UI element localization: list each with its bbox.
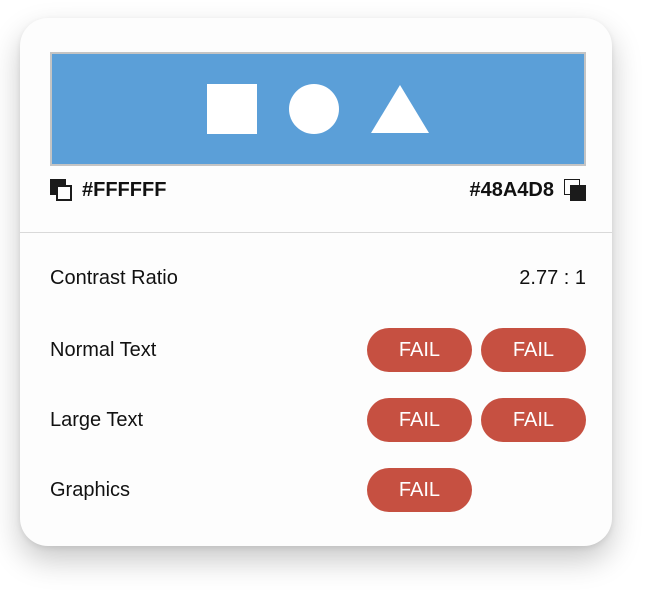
- contrast-ratio-row: Contrast Ratio 2.77 : 1: [50, 256, 586, 300]
- swap-colors-icon[interactable]: [50, 179, 72, 201]
- normal-text-row: Normal Text FAIL FAIL: [50, 328, 586, 372]
- square-shape-icon: [207, 84, 257, 134]
- circle-shape-icon: [289, 84, 339, 134]
- swap-colors-icon[interactable]: [564, 179, 586, 201]
- color-values-row: #FFFFFF #48A4D8: [50, 176, 586, 204]
- foreground-hex[interactable]: #FFFFFF: [82, 179, 166, 202]
- foreground-color[interactable]: #FFFFFF: [50, 179, 166, 202]
- contrast-ratio-value: 2.77 : 1: [519, 266, 586, 289]
- normal-text-aaa-badge: FAIL: [481, 328, 586, 372]
- large-text-aaa-badge: FAIL: [481, 398, 586, 442]
- contrast-checker-card: #FFFFFF #48A4D8 Contrast Ratio 2.77 : 1 …: [20, 18, 612, 546]
- graphics-label: Graphics: [50, 478, 131, 501]
- large-text-row: Large Text FAIL FAIL: [50, 398, 586, 442]
- color-preview: [50, 52, 586, 166]
- background-hex[interactable]: #48A4D8: [469, 179, 554, 202]
- large-text-label: Large Text: [50, 408, 144, 431]
- normal-text-label: Normal Text: [50, 338, 157, 361]
- background-color[interactable]: #48A4D8: [469, 179, 586, 202]
- triangle-shape-icon: [371, 85, 429, 133]
- large-text-aa-badge: FAIL: [367, 398, 472, 442]
- divider: [20, 232, 612, 233]
- graphics-row: Graphics FAIL: [50, 468, 586, 512]
- contrast-ratio-label: Contrast Ratio: [50, 266, 178, 289]
- normal-text-aa-badge: FAIL: [367, 328, 472, 372]
- graphics-aa-badge: FAIL: [367, 468, 472, 512]
